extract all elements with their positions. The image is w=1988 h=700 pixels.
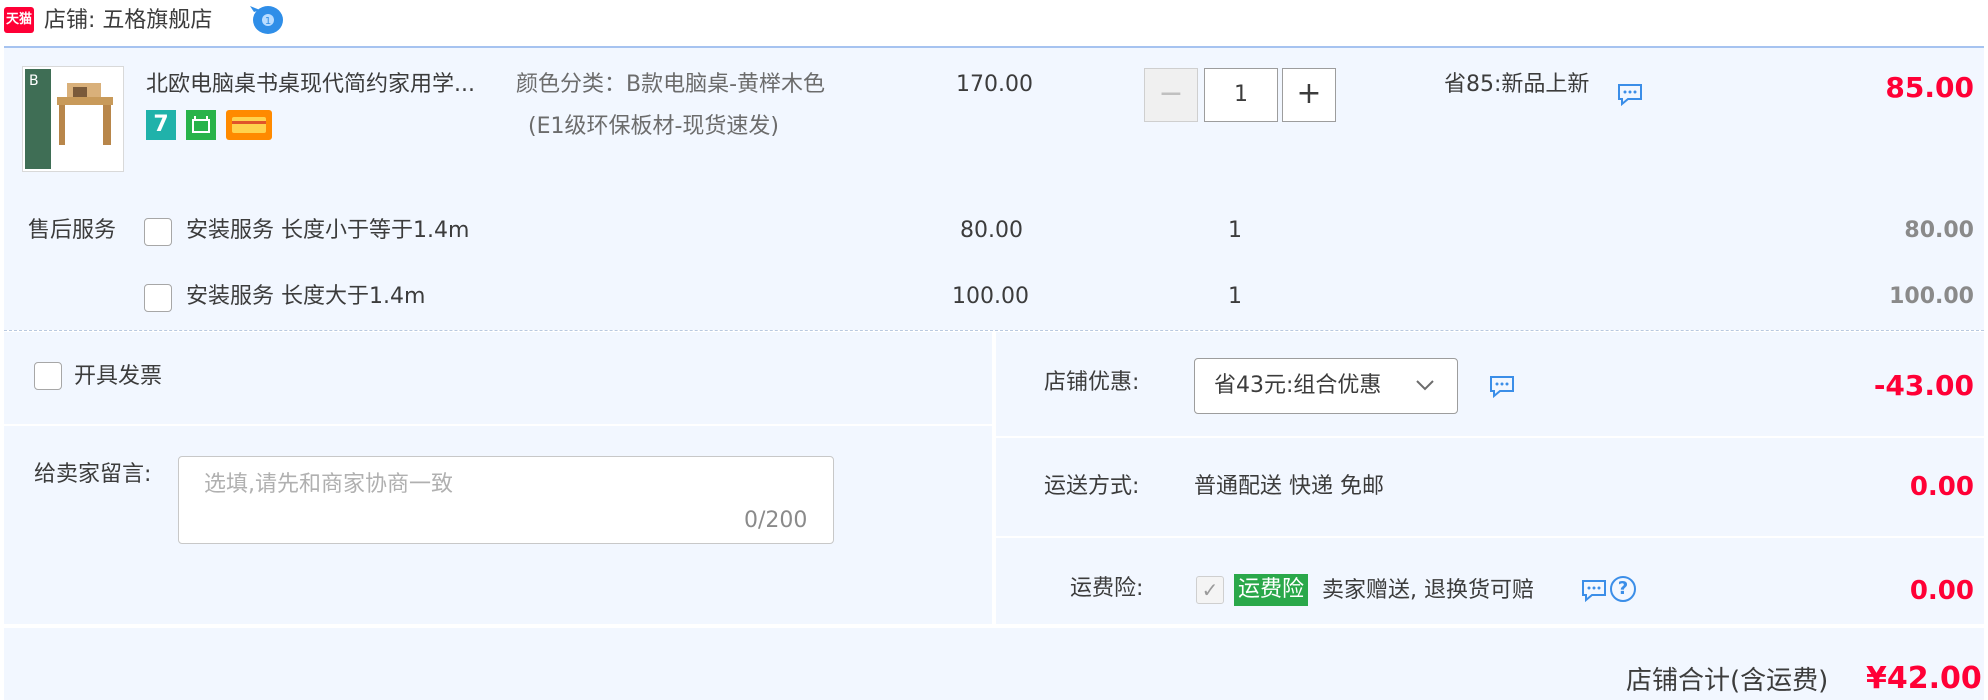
coupon-selected-value: 省43元:组合优惠	[1214, 373, 1382, 398]
svg-text:1: 1	[265, 16, 271, 27]
sku-color: 颜色分类：B款电脑桌-黄榉木色	[516, 72, 826, 97]
quantity-increase-button[interactable]: +	[1282, 68, 1336, 122]
tmall-logo-icon: 天猫	[4, 7, 34, 33]
message-label: 给卖家留言:	[34, 462, 152, 487]
item-divider	[4, 330, 1984, 331]
unit-price: 170.00	[956, 72, 1033, 97]
install-service-short-qty: 1	[1228, 218, 1242, 243]
coupon-chat-icon[interactable]	[1488, 374, 1516, 399]
box-badge-icon	[186, 110, 216, 140]
pricing-divider	[996, 436, 1984, 438]
insurance-amount: 0.00	[1909, 576, 1974, 606]
wangwang-icon[interactable]: 1	[248, 2, 288, 38]
insurance-checkbox: ✓	[1196, 576, 1224, 604]
quantity-input[interactable]: 1	[1204, 68, 1278, 122]
insurance-label: 运费险:	[1070, 576, 1144, 601]
coupon-label: 店铺优惠:	[1044, 370, 1140, 395]
install-service-short-price: 80.00	[960, 218, 1023, 243]
shop-name[interactable]: 店铺: 五格旗舰店	[44, 6, 212, 36]
options-divider	[4, 424, 992, 426]
shop-total-label: 店铺合计(含运费)	[1626, 666, 1829, 696]
aftersale-label: 售后服务	[28, 218, 117, 243]
shipping-label: 运送方式:	[1044, 474, 1140, 499]
insurance-description: 卖家赠送, 退换货可赔	[1322, 578, 1534, 603]
install-service-short-total: 80.00	[1904, 218, 1974, 243]
card-badge-icon	[226, 110, 272, 140]
shop-total-amount: ¥42.00	[1866, 661, 1982, 696]
install-service-long-qty: 1	[1228, 284, 1242, 309]
install-service-long-price: 100.00	[952, 284, 1029, 309]
product-title-link[interactable]: 北欧电脑桌书桌现代简约家用学...	[146, 70, 475, 100]
install-service-long-label: 安装服务 长度大于1.4m	[186, 284, 426, 309]
install-service-long-checkbox[interactable]	[144, 284, 172, 312]
help-icon[interactable]: ?	[1610, 576, 1636, 602]
product-thumbnail[interactable]: B	[22, 66, 124, 172]
coupon-discount-amount: -43.00	[1873, 369, 1974, 402]
seven-day-return-badge: 7	[146, 110, 176, 140]
message-char-counter: 0/200	[744, 508, 808, 533]
insurance-badge: 运费险	[1234, 574, 1309, 606]
chevron-down-icon	[1414, 374, 1436, 396]
svg-text:B: B	[29, 73, 39, 89]
install-service-long-total: 100.00	[1889, 284, 1974, 309]
quantity-decrease-button[interactable]: −	[1144, 68, 1198, 122]
invoice-label[interactable]: 开具发票	[74, 362, 162, 392]
pricing-divider	[996, 536, 1984, 538]
shipping-method: 普通配送 快递 免邮	[1194, 474, 1384, 499]
insurance-chat-icon[interactable]	[1580, 578, 1608, 603]
invoice-checkbox[interactable]	[34, 362, 62, 390]
install-service-short-label: 安装服务 长度小于等于1.4m	[186, 218, 470, 243]
shop-header	[0, 0, 1988, 44]
promo-chat-icon[interactable]	[1616, 82, 1644, 107]
item-total: 85.00	[1885, 71, 1974, 104]
sku-material: (E1级环保板材-现货速发)	[528, 114, 780, 139]
promo-text: 省85:新品上新	[1444, 72, 1590, 97]
shipping-amount: 0.00	[1909, 472, 1974, 502]
install-service-short-checkbox[interactable]	[144, 218, 172, 246]
seller-message-placeholder: 选填,请先和商家协商一致	[204, 472, 453, 497]
